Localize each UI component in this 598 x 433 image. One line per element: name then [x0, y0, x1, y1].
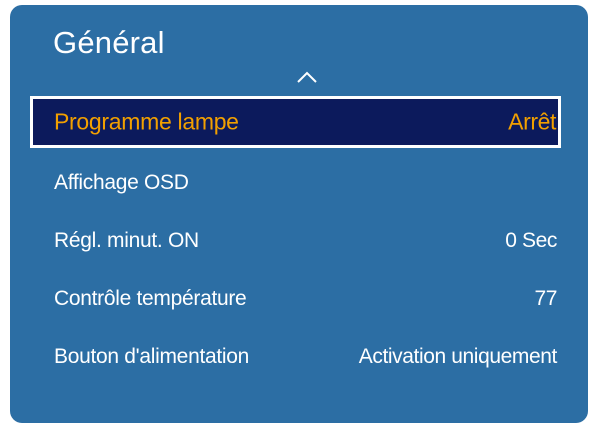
menu-item-label: Affichage OSD: [54, 171, 189, 194]
menu-item-label: Programme lampe: [54, 108, 239, 135]
menu-item-programme-lampe[interactable]: Programme lampe Arrêt: [30, 96, 561, 148]
menu-title: Général: [53, 25, 165, 60]
chevron-up-icon[interactable]: [296, 71, 318, 83]
menu-item-label: Contrôle température: [54, 287, 247, 310]
menu-item-regl-minut-on[interactable]: Régl. minut. ON 0 Sec: [30, 212, 561, 270]
menu-item-label: Bouton d'alimentation: [54, 345, 250, 368]
menu-item-value: 0 Sec: [505, 229, 557, 252]
menu-item-label: Régl. minut. ON: [54, 229, 199, 252]
menu-item-value: Activation uniquement: [358, 345, 558, 368]
menu-item-affichage-osd[interactable]: Affichage OSD: [30, 154, 561, 212]
menu-item-value: Arrêt: [508, 108, 556, 135]
menu-item-value: 77: [534, 287, 557, 310]
menu-list: Programme lampe Arrêt Affichage OSD Régl…: [10, 96, 588, 386]
menu-item-bouton-alimentation[interactable]: Bouton d'alimentation Activation uniquem…: [30, 328, 561, 386]
osd-menu-panel: Général Programme lampe Arrêt Affichage …: [10, 5, 588, 423]
menu-item-controle-temperature[interactable]: Contrôle température 77: [30, 270, 561, 328]
